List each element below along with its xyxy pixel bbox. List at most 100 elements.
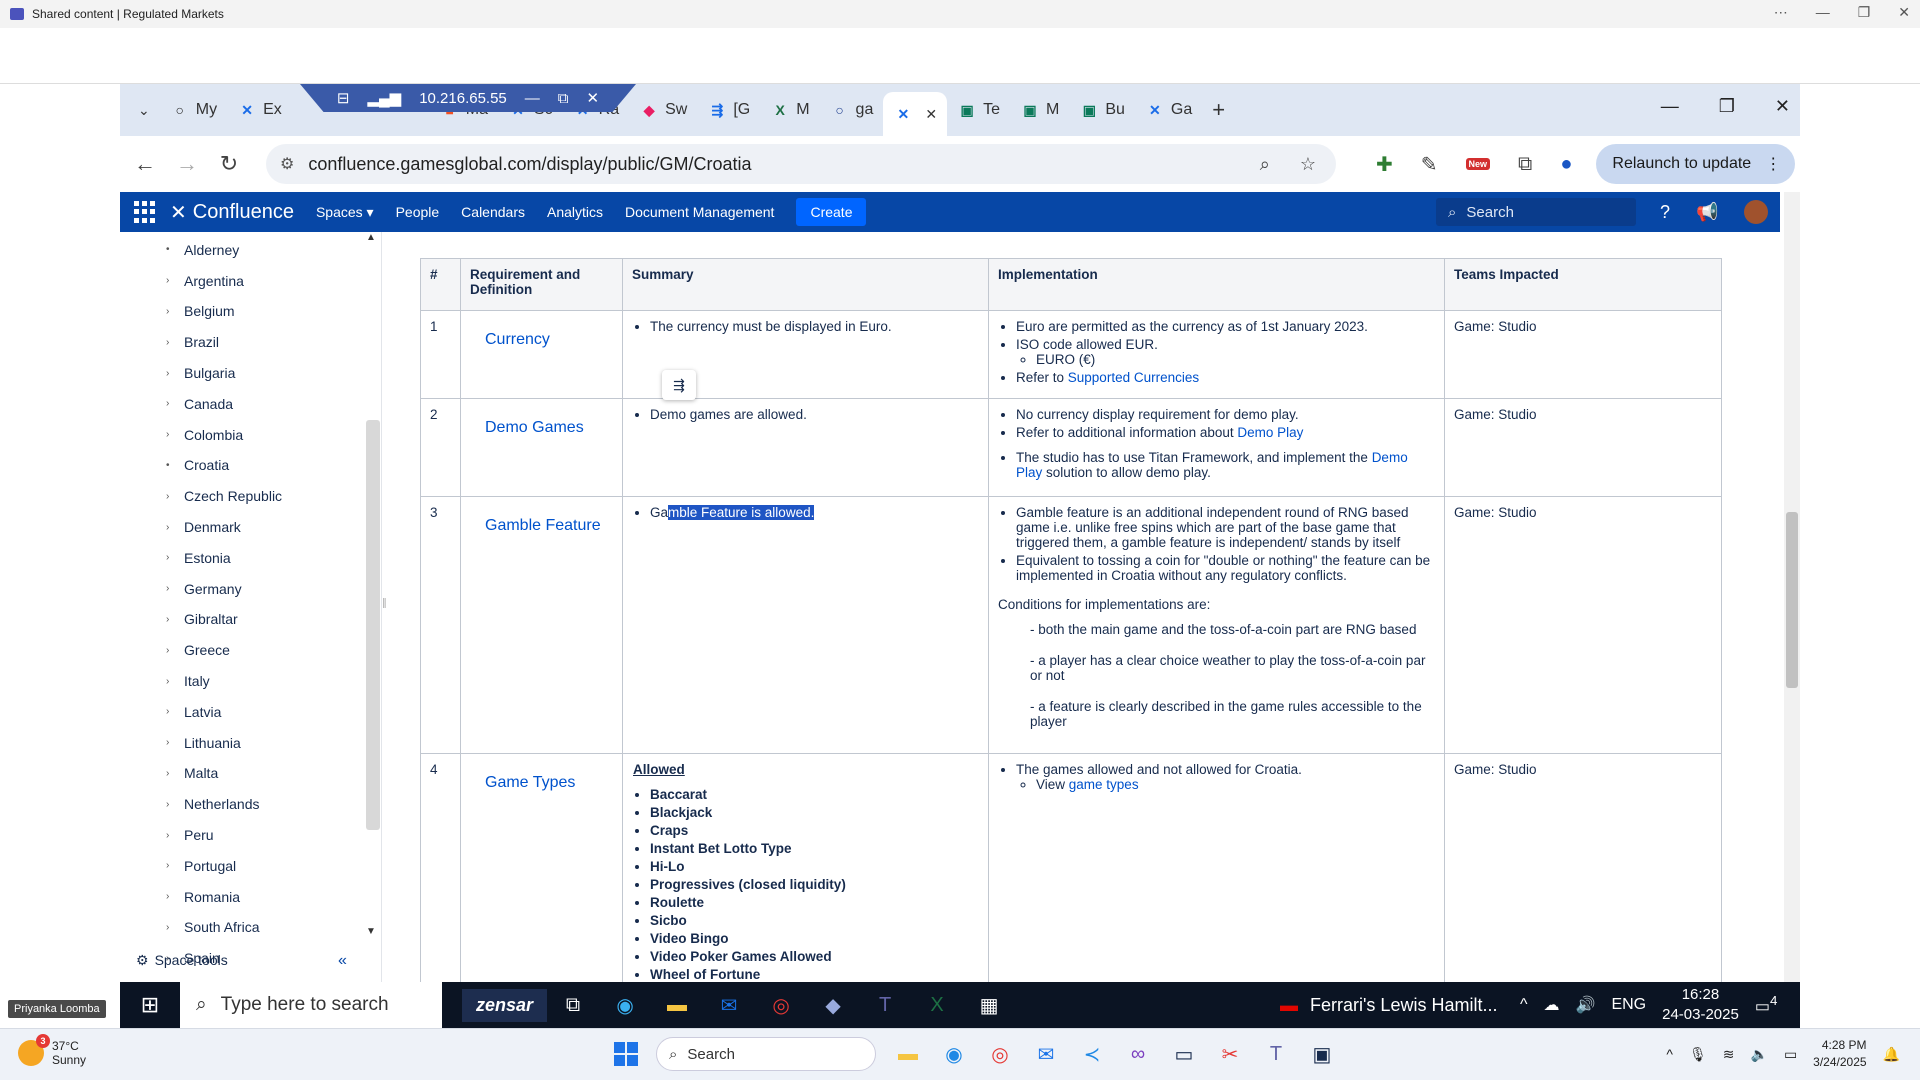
sidebar-item-label[interactable]: Croatia: [184, 457, 229, 473]
pin-icon[interactable]: ⊟: [337, 89, 350, 107]
sidebar-item-label[interactable]: Belgium: [184, 303, 235, 319]
kebab-menu-icon[interactable]: ⋮: [1765, 154, 1781, 174]
sidebar-item-czech-republic[interactable]: › Czech Republic: [166, 482, 282, 510]
back-button[interactable]: ←: [128, 151, 162, 177]
sidebar-item-alderney[interactable]: • Alderney: [166, 236, 282, 264]
more-options-button[interactable]: ⋯: [1774, 4, 1788, 21]
confluence-search-input[interactable]: ⌕ Search: [1436, 198, 1636, 226]
weather-widget[interactable]: 3 37°C Sunny: [18, 1034, 86, 1067]
browser-tab[interactable]: ✕ Ex: [227, 92, 292, 128]
chevron-right-icon[interactable]: ›: [166, 768, 184, 779]
nav-people[interactable]: People: [396, 204, 440, 220]
mic-muted-icon[interactable]: 🎙: [1689, 1046, 1707, 1063]
calculator-icon[interactable]: ▦: [963, 993, 1015, 1018]
chevron-up-icon[interactable]: ^: [1666, 1046, 1673, 1062]
supported-currencies-link[interactable]: Supported Currencies: [1068, 370, 1199, 385]
nav-document-management[interactable]: Document Management: [625, 204, 774, 220]
battery-icon[interactable]: ▭: [1784, 1046, 1797, 1063]
sidebar-item-latvia[interactable]: › Latvia: [166, 698, 282, 726]
remote-clock[interactable]: 16:28 24-03-2025: [1662, 985, 1739, 1025]
local-search-input[interactable]: ⌕ Search: [656, 1037, 876, 1071]
sidebar-item-bulgaria[interactable]: › Bulgaria: [166, 359, 282, 387]
collapse-sidebar-button[interactable]: «: [338, 952, 347, 970]
demo-play-link[interactable]: Demo Play: [1237, 425, 1303, 440]
requirement-link-text[interactable]: Game Types: [485, 774, 575, 791]
scroll-down-icon[interactable]: ▼: [366, 926, 376, 937]
snipping-tool-icon[interactable]: ✂: [1216, 1042, 1244, 1067]
notification-bell-icon[interactable]: 🔔: [1883, 1046, 1900, 1063]
page-scrollbar[interactable]: [1784, 192, 1800, 982]
volume-icon[interactable]: 🔈: [1751, 1046, 1768, 1063]
sidebar-item-label[interactable]: South Africa: [184, 919, 260, 935]
nav-spaces[interactable]: Spaces ▾: [316, 204, 374, 221]
sidebar-item-label[interactable]: Argentina: [184, 273, 244, 289]
chevron-right-icon[interactable]: ›: [166, 799, 184, 810]
browser-minimize-button[interactable]: —: [1661, 96, 1679, 117]
sidebar-item-label[interactable]: Portugal: [184, 858, 236, 874]
sidebar-item-peru[interactable]: › Peru: [166, 821, 282, 849]
rdp-close-button[interactable]: ✕: [587, 89, 600, 107]
chevron-right-icon[interactable]: ›: [166, 614, 184, 625]
profile-icon[interactable]: ●: [1560, 153, 1572, 176]
sidebar-item-label[interactable]: Gibraltar: [184, 611, 238, 627]
chevron-right-icon[interactable]: ›: [166, 398, 184, 409]
visual-studio-icon[interactable]: ∞: [1124, 1043, 1152, 1066]
sidebar-item-colombia[interactable]: › Colombia: [166, 421, 282, 449]
space-tools-button[interactable]: ⚙ Space tools: [136, 952, 228, 969]
forward-button[interactable]: →: [170, 151, 204, 177]
browser-tab[interactable]: ○ My: [160, 92, 227, 128]
requirement-link-text[interactable]: Demo Games: [485, 419, 584, 436]
edit-icon[interactable]: ✎: [1421, 152, 1438, 177]
sidebar-item-estonia[interactable]: › Estonia: [166, 544, 282, 572]
create-button[interactable]: Create: [796, 198, 867, 226]
minimize-button[interactable]: —: [1816, 4, 1830, 21]
chevron-right-icon[interactable]: ›: [166, 860, 184, 871]
sidebar-item-malta[interactable]: › Malta: [166, 760, 282, 788]
close-button[interactable]: ✕: [1898, 4, 1910, 21]
browser-tab[interactable]: ▣ Te: [947, 92, 1010, 128]
rdp-minimize-button[interactable]: —: [525, 90, 540, 107]
sidebar-item-germany[interactable]: › Germany: [166, 575, 282, 603]
sidebar-item-label[interactable]: Italy: [184, 673, 210, 689]
sidebar-item-lithuania[interactable]: › Lithuania: [166, 729, 282, 757]
chevron-right-icon[interactable]: ›: [166, 429, 184, 440]
sidebar-item-label[interactable]: Alderney: [184, 242, 239, 258]
browser-tab[interactable]: XM: [760, 92, 819, 128]
rdp-icon[interactable]: ▣: [1308, 1042, 1336, 1067]
zensar-app[interactable]: zensar: [462, 988, 548, 1022]
requirement-link[interactable]: Gamble Feature: [460, 496, 623, 754]
new-badge[interactable]: New: [1465, 158, 1491, 170]
requirement-link[interactable]: Currency: [460, 310, 623, 399]
requirement-link[interactable]: Game Types: [460, 753, 623, 982]
chevron-right-icon[interactable]: ›: [166, 522, 184, 533]
windows-start-icon[interactable]: [614, 1042, 638, 1066]
sidebar-item-croatia[interactable]: • Croatia: [166, 452, 282, 480]
browser-tab[interactable]: ◆ Sw: [629, 92, 697, 128]
chevron-right-icon[interactable]: ›: [166, 676, 184, 687]
selected-text[interactable]: mble Feature is allowed.: [668, 505, 815, 520]
notifications-icon[interactable]: 📢: [1696, 202, 1718, 223]
nav-calendars[interactable]: Calendars: [461, 204, 525, 220]
sidebar-item-netherlands[interactable]: › Netherlands: [166, 790, 282, 818]
sidebar-item-denmark[interactable]: › Denmark: [166, 513, 282, 541]
confluence-logo[interactable]: ✕ Confluence: [170, 200, 294, 225]
help-icon[interactable]: ?: [1660, 202, 1670, 223]
sidebar-item-label[interactable]: Latvia: [184, 704, 221, 720]
app-icon[interactable]: ◆: [807, 993, 859, 1018]
scroll-up-icon[interactable]: ▲: [366, 232, 376, 243]
outlook-icon[interactable]: ✉: [703, 993, 755, 1018]
browser-tab[interactable]: ▣ Bu: [1069, 92, 1135, 128]
tab-search-button[interactable]: ⌄: [128, 92, 160, 128]
chrome-icon[interactable]: ◎: [755, 993, 807, 1018]
browser-restore-button[interactable]: ❐: [1719, 96, 1735, 117]
new-tab-button[interactable]: +: [1202, 92, 1235, 128]
bookmark-star-icon[interactable]: ☆: [1300, 154, 1316, 175]
chevron-right-icon[interactable]: ›: [166, 891, 184, 902]
bullet-icon[interactable]: •: [166, 460, 184, 471]
page-scroll-thumb[interactable]: [1786, 512, 1798, 688]
language-indicator[interactable]: ENG: [1611, 996, 1646, 1014]
sidebar-item-label[interactable]: Germany: [184, 581, 242, 597]
chevron-right-icon[interactable]: ›: [166, 491, 184, 502]
notification-center-icon[interactable]: ▭4: [1755, 993, 1778, 1016]
chevron-right-icon[interactable]: ›: [166, 275, 184, 286]
